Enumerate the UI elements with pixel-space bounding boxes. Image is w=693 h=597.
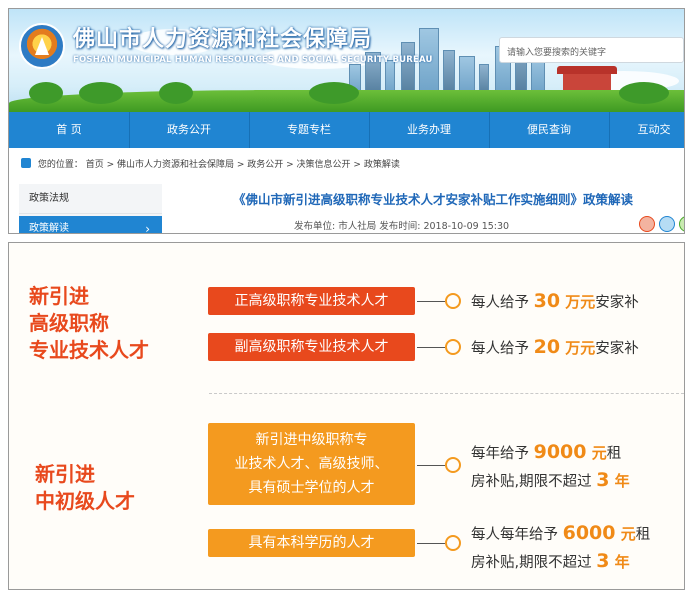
site-title: 佛山市人力资源和社会保障局 [73,27,373,52]
article-meta: 发布单位: 市人社局 发布时间: 2018-10-09 15:30 [294,221,510,232]
senior-title-badge: 正高级职称专业技术人才 [208,287,415,315]
pavilion-illustration [557,66,617,92]
bullet-circle-icon [445,339,461,355]
nav-item-home[interactable]: 首 页 [9,112,129,148]
bureau-logo[interactable] [19,23,65,69]
bachelor-talent-subsidy: 每人每年给予 6000 元租 房补贴,期限不超过 3 年 [471,522,651,572]
sidebar-item-policies[interactable]: 政策法规 [19,184,162,214]
nav-item-public-query[interactable]: 便民查询 [489,112,609,148]
section-divider [209,393,684,394]
site-subtitle: FOSHAN MUNICIPAL HUMAN RESOURCES AND SOC… [73,55,433,65]
sidebar-item-policy-interpretation[interactable]: 政策解读 › [19,216,162,234]
section1-title: 新引进 高级职称 专业技术人才 [29,284,149,362]
bullet-circle-icon [445,293,461,309]
infographic-panel: 新引进 高级职称 专业技术人才 正高级职称专业技术人才 每人给予 30 万元安家… [8,242,685,590]
main-nav: 首 页 政务公开 专题专栏 业务办理 便民查询 互动交 [9,112,684,148]
nav-item-special-topics[interactable]: 专题专栏 [249,112,369,148]
mid-level-talent-subsidy: 每年给予 9000 元租 房补贴,期限不超过 3 年 [471,441,630,491]
associate-senior-title-badge: 副高级职称专业技术人才 [208,333,415,361]
chevron-right-icon: › [145,222,150,234]
nav-item-services[interactable]: 业务办理 [369,112,489,148]
weibo-share-icon[interactable] [639,216,655,232]
article-title: 《佛山市新引进高级职称专业技术人才安家补贴工作实施细则》政策解读 [233,192,634,207]
search-input[interactable]: 请输入您要搜索的关键字 [499,37,684,63]
bullet-circle-icon [445,457,461,473]
nav-item-government-affairs[interactable]: 政务公开 [129,112,249,148]
sidebar-item-label: 政策解读 [29,223,69,234]
breadcrumb: 您的位置： 首页 > 佛山市人力资源和社会保障局 > 政务公开 > 决策信息公开… [21,154,681,176]
sidebar: 政策法规 政策解读 › [19,184,162,234]
associate-senior-title-subsidy: 每人给予 20 万元安家补 [471,336,639,358]
location-pin-icon [21,158,31,168]
wechat-share-icon[interactable] [679,216,684,232]
mid-level-talent-badge: 新引进中级职称专 业技术人才、高级技师、 具有硕士学位的人才 [208,423,415,505]
senior-title-subsidy: 每人给予 30 万元安家补 [471,290,639,312]
breadcrumb-prefix: 您的位置： [37,160,83,170]
section2-title: 新引进 中初级人才 [35,462,135,513]
header-banner: 佛山市人力资源和社会保障局 FOSHAN MUNICIPAL HUMAN RES… [9,9,684,112]
nav-item-interaction[interactable]: 互动交 [609,112,684,148]
breadcrumb-path[interactable]: 首页 > 佛山市人力资源和社会保障局 > 政务公开 > 决策信息公开 > 政策解… [86,160,400,170]
bachelor-talent-badge: 具有本科学历的人才 [208,529,415,557]
bullet-circle-icon [445,535,461,551]
website-screenshot-panel: 佛山市人力资源和社会保障局 FOSHAN MUNICIPAL HUMAN RES… [8,8,685,234]
qq-share-icon[interactable] [659,216,675,232]
